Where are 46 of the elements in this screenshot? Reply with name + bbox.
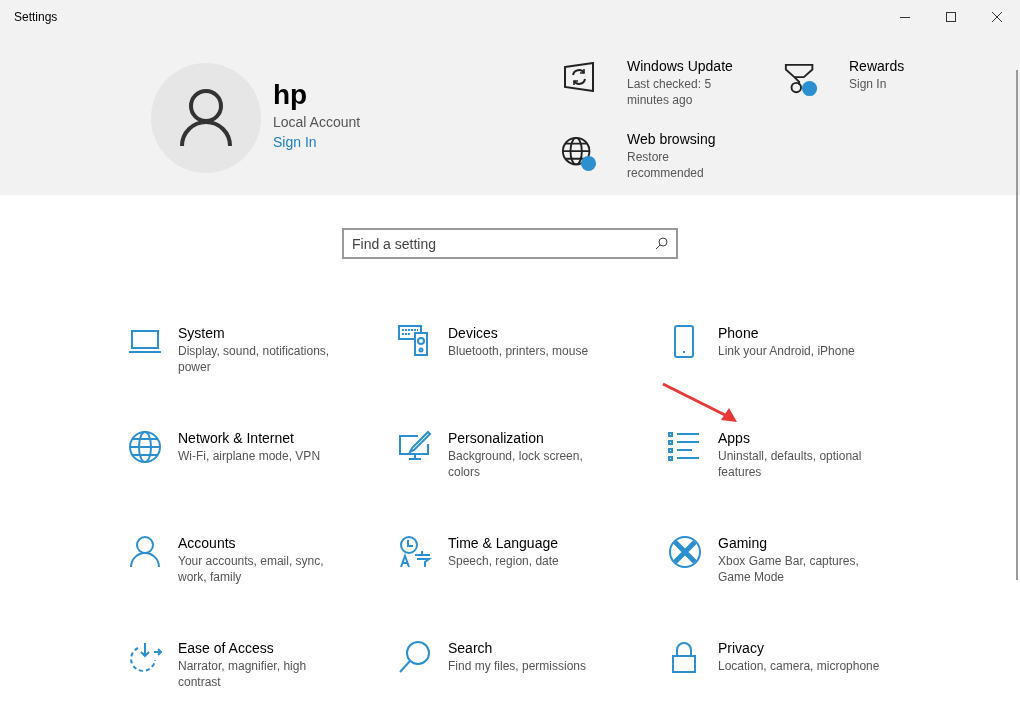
search-field[interactable]: Find a setting (342, 228, 678, 259)
category-description: Xbox Game Bar, captures, Game Mode (718, 553, 860, 585)
category-title[interactable]: Search (448, 638, 613, 658)
update-icon[interactable] (561, 62, 597, 92)
status-detail: Last checked: 5 minutes ago (627, 76, 713, 108)
sign-in-link[interactable]: Sign In (273, 134, 361, 150)
search-icon (655, 237, 668, 250)
category-description: Background, lock screen, colors (448, 448, 584, 480)
category-description: Wi-Fi, airplane mode, VPN (178, 448, 322, 464)
category-title[interactable]: Gaming (718, 533, 883, 553)
scrollbar[interactable] (1016, 70, 1018, 580)
category-title[interactable]: Ease of Access (178, 638, 343, 658)
category-description: Uninstall, defaults, optional features (718, 448, 863, 480)
category-title[interactable]: Time & Language (448, 533, 613, 553)
category-description: Narrator, magnifier, high contrast (178, 658, 308, 690)
category-title[interactable]: Apps (718, 428, 883, 448)
account-name: hp (273, 78, 309, 112)
apps-category-icon[interactable] (668, 430, 702, 464)
category-description: Find my files, permissions (448, 658, 588, 674)
category-description: Bluetooth, printers, mouse (448, 343, 590, 359)
status-detail: Restore recommended (627, 148, 705, 181)
category-description: Link your Android, iPhone (718, 343, 856, 359)
account-type: Local Account (273, 114, 361, 130)
status-title[interactable]: Rewards (849, 56, 959, 76)
category-title[interactable]: System (178, 323, 343, 343)
category-title[interactable]: Network & Internet (178, 428, 343, 448)
window-title: Settings (14, 10, 58, 24)
accounts-category-icon[interactable] (128, 535, 162, 569)
trophy-icon[interactable] (783, 62, 819, 98)
category-title[interactable]: Personalization (448, 428, 613, 448)
category-title[interactable]: Devices (448, 323, 613, 343)
category-description: Display, sound, notifications, power (178, 343, 331, 375)
close-icon (992, 12, 1002, 22)
search-category-icon[interactable] (398, 640, 432, 674)
status-title[interactable]: Windows Update (627, 56, 737, 76)
category-title[interactable]: Privacy (718, 638, 883, 658)
category-title[interactable]: Accounts (178, 533, 343, 553)
category-description: Your accounts, email, sync, work, family (178, 553, 325, 585)
network-category-icon[interactable] (128, 430, 162, 464)
globe-icon[interactable] (561, 134, 597, 173)
category-description: Location, camera, microphone (718, 658, 881, 674)
status-title[interactable]: Web browsing (627, 128, 737, 149)
status-detail: Sign In (849, 76, 888, 92)
category-description: Speech, region, date (448, 553, 560, 569)
category-title[interactable]: Phone (718, 323, 883, 343)
maximize-icon (946, 12, 956, 22)
